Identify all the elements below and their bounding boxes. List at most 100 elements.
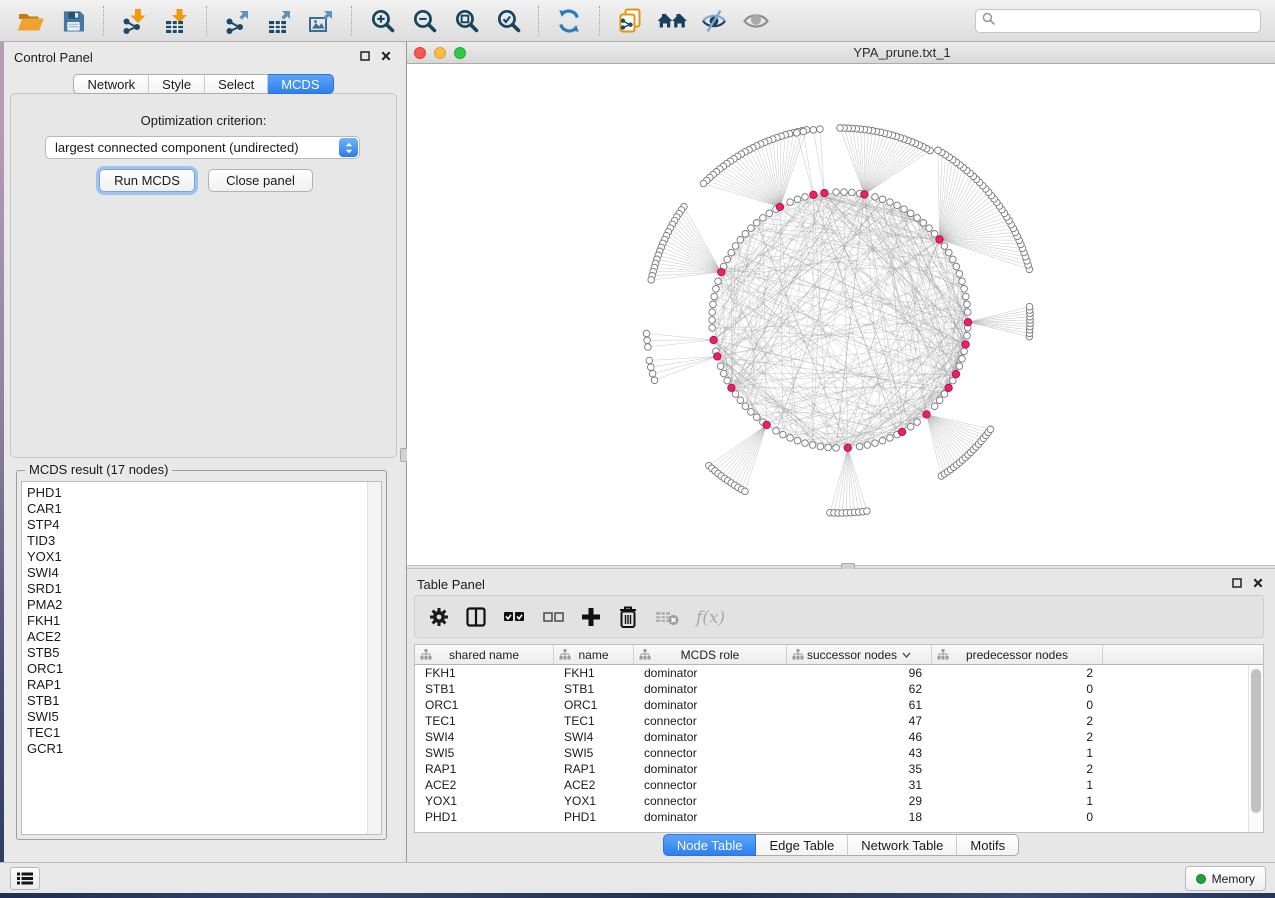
- mcds-panel: Optimization criterion: largest connecte…: [10, 93, 397, 458]
- close-panel-button[interactable]: Close panel: [208, 169, 313, 192]
- column-header-role[interactable]: MCDS role: [634, 645, 787, 664]
- column-header-shared_name[interactable]: shared name: [415, 645, 554, 664]
- clone-network-icon[interactable]: [612, 4, 648, 38]
- table-header-row: shared namenameMCDS rolesuccessor nodesp…: [415, 645, 1263, 665]
- zoom-fit-icon[interactable]: [448, 4, 484, 38]
- mcds-result-item[interactable]: PMA2: [27, 597, 381, 613]
- panel-menu-button[interactable]: [10, 867, 40, 890]
- mcds-result-item[interactable]: TEC1: [27, 725, 381, 741]
- toolbar-separator: [599, 6, 600, 36]
- table-row[interactable]: STB1STB1dominator620: [415, 681, 1263, 697]
- mcds-result-item[interactable]: PHD1: [27, 485, 381, 501]
- import-network-icon[interactable]: [116, 4, 152, 38]
- mcds-result-item[interactable]: RAP1: [27, 677, 381, 693]
- mcds-result-item[interactable]: TID3: [27, 533, 381, 549]
- mcds-result-item[interactable]: CAR1: [27, 501, 381, 517]
- main-toolbar: [0, 0, 1275, 42]
- tab-edge-table[interactable]: Edge Table: [756, 834, 848, 856]
- mcds-result-item[interactable]: STP4: [27, 517, 381, 533]
- tab-node-table[interactable]: Node Table: [663, 834, 757, 856]
- export-network-icon[interactable]: [219, 4, 255, 38]
- network-window-titlebar[interactable]: YPA_prune.txt_1: [407, 42, 1275, 64]
- export-table-icon[interactable]: [261, 4, 297, 38]
- mcds-result-list[interactable]: PHD1CAR1STP4TID3YOX1SWI4SRD1PMA2FKH1ACE2…: [21, 481, 382, 835]
- table-row[interactable]: PHD1PHD1dominator180: [415, 809, 1263, 825]
- add-icon[interactable]: [580, 606, 602, 628]
- close-window-icon[interactable]: [414, 47, 426, 59]
- node-table[interactable]: shared namenameMCDS rolesuccessor nodesp…: [414, 644, 1264, 833]
- float-panel-icon[interactable]: [360, 51, 370, 61]
- table-row[interactable]: RAP1RAP1dominator352: [415, 761, 1263, 777]
- memory-button[interactable]: Memory: [1185, 866, 1266, 891]
- tab-style[interactable]: Style: [149, 74, 205, 94]
- save-session-icon[interactable]: [55, 4, 91, 38]
- search-field[interactable]: [975, 9, 1261, 33]
- tab-mcds[interactable]: MCDS: [268, 74, 333, 94]
- tab-motifs[interactable]: Motifs: [957, 834, 1019, 856]
- mcds-result-item[interactable]: ACE2: [27, 629, 381, 645]
- cell-predecessors: 2: [932, 730, 1103, 744]
- delete-icon[interactable]: [617, 605, 639, 629]
- gear-icon[interactable]: [428, 606, 450, 628]
- mcds-result-item[interactable]: SWI4: [27, 565, 381, 581]
- hide-selected-icon[interactable]: [696, 4, 732, 38]
- first-neighbors-icon[interactable]: [654, 4, 690, 38]
- mcds-result-item[interactable]: ORC1: [27, 661, 381, 677]
- table-row[interactable]: ORC1ORC1dominator610: [415, 697, 1263, 713]
- column-header-name[interactable]: name: [554, 645, 634, 664]
- tab-network[interactable]: Network: [73, 74, 149, 94]
- function-icon[interactable]: f(x): [695, 605, 731, 629]
- float-panel-icon[interactable]: [1232, 578, 1242, 588]
- table-row[interactable]: ACE2ACE2connector311: [415, 777, 1263, 793]
- delete-column-icon[interactable]: [654, 606, 680, 628]
- tab-select[interactable]: Select: [205, 74, 268, 94]
- network-graph[interactable]: [407, 64, 1275, 565]
- table-row[interactable]: SWI4SWI4dominator462: [415, 729, 1263, 745]
- columns-icon[interactable]: [465, 606, 487, 628]
- mcds-result-item[interactable]: SRD1: [27, 581, 381, 597]
- table-row[interactable]: TEC1TEC1connector472: [415, 713, 1263, 729]
- criterion-dropdown[interactable]: largest connected component (undirected): [45, 136, 360, 159]
- cell-shared_name: SWI4: [415, 730, 554, 744]
- mcds-result-scrollbar[interactable]: [367, 482, 381, 834]
- close-panel-icon[interactable]: [381, 51, 391, 61]
- column-header-predecessors[interactable]: predecessor nodes: [932, 645, 1103, 664]
- minimize-window-icon[interactable]: [434, 47, 446, 59]
- cell-successors: 47: [787, 714, 932, 728]
- import-table-icon[interactable]: [158, 4, 194, 38]
- table-scrollbar[interactable]: [1248, 665, 1263, 832]
- cell-name: FKH1: [554, 666, 634, 680]
- network-canvas[interactable]: [407, 64, 1275, 565]
- select-all-icon[interactable]: [502, 606, 526, 628]
- criterion-value: largest connected component (undirected): [55, 140, 299, 155]
- tab-network-table[interactable]: Network Table: [848, 834, 957, 856]
- zoom-in-icon[interactable]: [364, 4, 400, 38]
- cell-shared_name: ORC1: [415, 698, 554, 712]
- zoom-selected-icon[interactable]: [490, 4, 526, 38]
- mcds-result-item[interactable]: SWI5: [27, 709, 381, 725]
- cell-role: dominator: [634, 682, 787, 696]
- mcds-result-item[interactable]: STB5: [27, 645, 381, 661]
- table-row[interactable]: YOX1YOX1connector291: [415, 793, 1263, 809]
- cell-predecessors: 1: [932, 794, 1103, 808]
- mcds-result-item[interactable]: STB1: [27, 693, 381, 709]
- open-file-icon[interactable]: [13, 4, 49, 38]
- export-image-icon[interactable]: [303, 4, 339, 38]
- scrollbar-thumb[interactable]: [1251, 669, 1261, 813]
- close-panel-icon[interactable]: [1253, 578, 1263, 588]
- maximize-window-icon[interactable]: [454, 47, 466, 59]
- mcds-result-item[interactable]: GCR1: [27, 741, 381, 757]
- zoom-out-icon[interactable]: [406, 4, 442, 38]
- column-header-successors[interactable]: successor nodes: [787, 645, 932, 664]
- table-row[interactable]: SWI5SWI5connector431: [415, 745, 1263, 761]
- refresh-icon[interactable]: [551, 4, 587, 38]
- deselect-all-icon[interactable]: [541, 606, 565, 628]
- table-row[interactable]: FKH1FKH1dominator962: [415, 665, 1263, 681]
- cell-name: SWI4: [554, 730, 634, 744]
- mcds-result-item[interactable]: YOX1: [27, 549, 381, 565]
- show-all-icon[interactable]: [738, 4, 774, 38]
- mcds-result-item[interactable]: FKH1: [27, 613, 381, 629]
- column-header-filler: [1103, 645, 1263, 664]
- run-mcds-button[interactable]: Run MCDS: [99, 169, 195, 192]
- search-input[interactable]: [1000, 14, 1254, 28]
